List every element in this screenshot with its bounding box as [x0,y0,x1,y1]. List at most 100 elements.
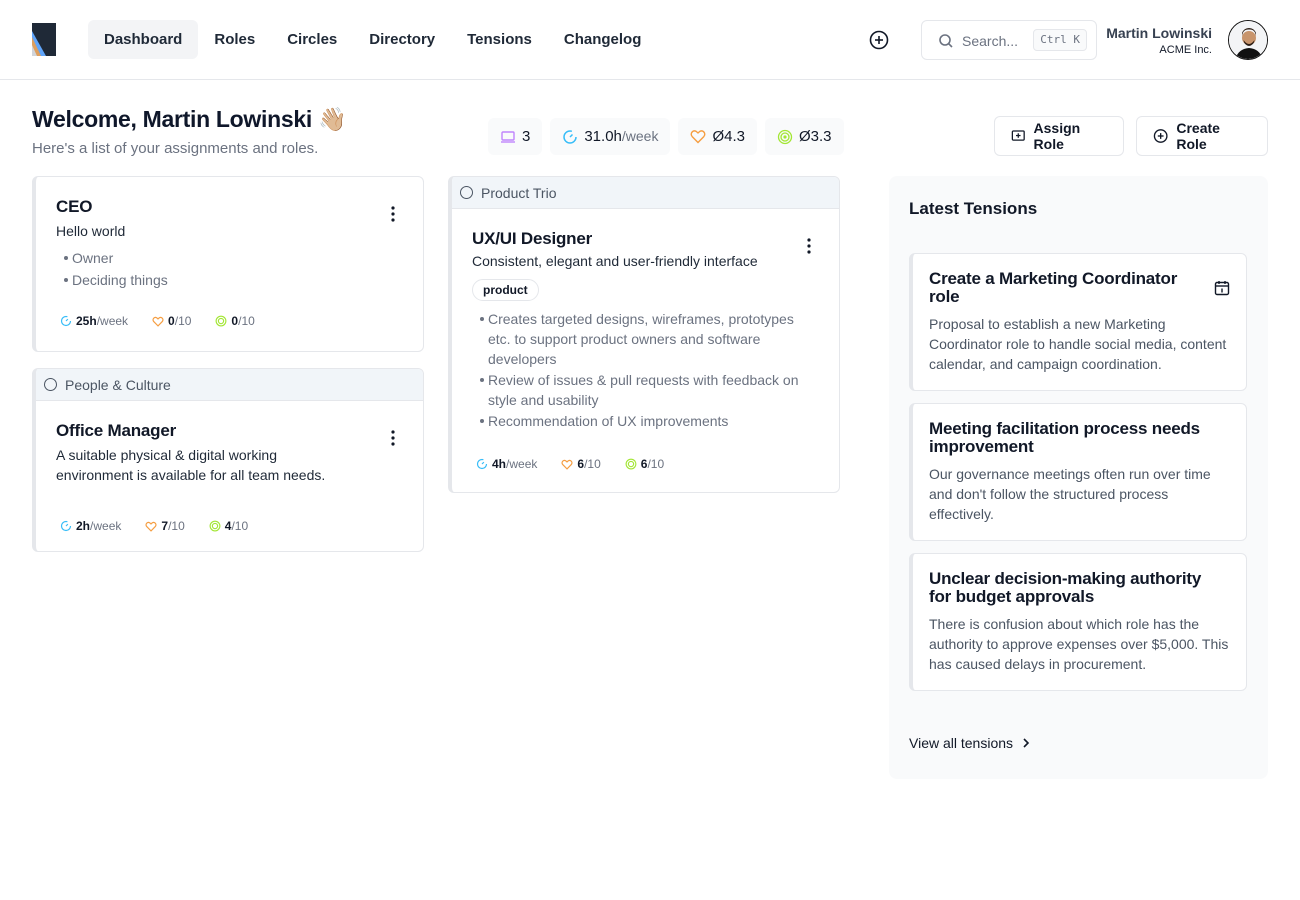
metric-heart: 0/10 [152,314,191,328]
role-title: Office Manager [56,421,177,440]
role-purpose: Consistent, elegant and user-friendly in… [472,253,758,269]
add-circle-icon[interactable] [868,29,890,51]
list-item: Review of issues & pull requests with fe… [472,370,812,410]
nav-directory[interactable]: Directory [353,20,451,59]
heart-icon [561,459,573,470]
metric-energy: 6/10 [625,457,664,471]
main-nav: Dashboard Roles Circles Directory Tensio… [88,20,657,59]
role-title: UX/UI Designer [472,229,593,248]
metric-heart: 6/10 [561,457,601,471]
energy-icon [625,458,637,470]
metric-hours: 2h/week [60,519,121,533]
search-box[interactable]: Search... Ctrl K [921,20,1097,60]
stat-hours-unit: /week [621,128,659,144]
list-item: Deciding things [56,270,403,290]
circle-icon [460,186,473,199]
role-metrics: 25h/week 0/10 0/10 [56,314,403,328]
role-card-office-manager[interactable]: People & Culture Office Manager A suitab… [32,368,424,552]
energy-icon [215,315,227,327]
energy-icon [777,129,793,144]
nav-changelog[interactable]: Changelog [548,20,658,59]
tension-description: There is confusion about which role has … [929,616,1229,672]
stat-energy: Ø3.3 [765,118,844,155]
stat-roles-value: 3 [522,128,531,145]
assign-role-button[interactable]: Assign Role [994,116,1124,156]
tension-title: Unclear decision-making authority for bu… [929,569,1202,606]
circle-icon [44,378,57,391]
role-tag[interactable]: product [472,279,539,301]
calendar-icon[interactable] [1214,280,1230,296]
stats-bar: 3 31.0h/week Ø4.3 Ø3.3 [488,118,844,155]
role-card-ux-ui-designer[interactable]: Product Trio UX/UI Designer Consistent, … [448,176,840,493]
search-icon [939,34,953,48]
create-role-button[interactable]: Create Role [1136,116,1268,156]
circle-name: Product Trio [481,184,557,201]
nav-dashboard[interactable]: Dashboard [88,20,199,59]
metric-heart: 7/10 [145,519,185,533]
metric-hours-value: 2h [76,519,91,533]
top-header: Dashboard Roles Circles Directory Tensio… [0,0,1300,80]
nav-circles[interactable]: Circles [271,20,353,59]
tension-card[interactable]: Create a Marketing Coordinator role Prop… [909,253,1247,391]
role-metrics: 4h/week 6/10 6/10 [472,457,819,471]
metric-hours-unit: /week [90,519,122,533]
metric-hours-unit: /week [96,314,129,328]
metric-hours: 25h/week [60,314,128,328]
more-options-icon[interactable] [807,238,811,254]
timer-icon [60,520,72,532]
more-options-icon[interactable] [391,206,395,222]
latest-tensions-panel: Latest Tensions Create a Marketing Coord… [889,176,1268,779]
metric-heart-value: 0 [168,314,175,328]
circle-name: People & Culture [65,376,171,393]
tension-description: Proposal to establish a new Marketing Co… [929,316,1227,372]
metric-energy: 0/10 [215,314,255,328]
more-options-icon[interactable] [391,430,395,446]
metric-heart-max: /10 [584,457,601,471]
timer-icon [476,458,488,470]
role-card-ceo[interactable]: CEO Hello world Owner Deciding things 25… [32,176,424,352]
metric-hours-value: 25h [76,314,97,328]
metric-hours: 4h/week [476,457,537,471]
metric-energy-max: /10 [238,314,255,328]
stat-energy-value: Ø3.3 [799,128,832,145]
assign-icon [1011,130,1025,141]
view-all-label: View all tensions [909,735,1014,751]
tensions-title: Latest Tensions [909,199,1038,218]
view-all-tensions-link[interactable]: View all tensions [909,735,1031,751]
stat-hours: 31.0h/week [550,118,671,155]
metric-energy-max: /10 [647,457,665,471]
tension-card[interactable]: Unclear decision-making authority for bu… [909,553,1247,691]
stat-roles: 3 [488,118,543,155]
assign-role-label: Assign Role [1033,120,1081,152]
page-title: Welcome, Martin Lowinski 👋🏼 [32,106,347,132]
tension-card[interactable]: Meeting facilitation process needs impro… [909,403,1247,541]
search-placeholder: Search... [962,33,1019,49]
stat-hours-value: 31.0h [584,128,622,145]
app-logo[interactable] [32,23,56,56]
avatar[interactable] [1228,20,1268,60]
circle-header[interactable]: Product Trio [452,177,839,209]
list-item: Owner [56,248,403,268]
heart-icon [691,130,706,144]
nav-tensions[interactable]: Tensions [451,20,548,59]
role-metrics: 2h/week 7/10 4/10 [56,519,403,533]
responsibilities-list: Owner Deciding things [56,248,403,290]
nav-roles[interactable]: Roles [198,20,271,59]
roles-icon [501,130,515,143]
energy-icon [209,520,221,532]
list-item: Creates targeted designs, wireframes, pr… [472,309,812,369]
metric-heart-max: /10 [168,519,185,533]
page-subtitle: Here's a list of your assignments and ro… [32,140,319,157]
user-org: ACME Inc. [1159,44,1212,56]
stat-heart: Ø4.3 [678,118,757,155]
role-purpose: A suitable physical & digital working en… [56,447,326,483]
role-purpose: Hello world [56,223,126,239]
circle-header[interactable]: People & Culture [36,369,423,401]
tension-description: Our governance meetings often run over t… [929,466,1211,522]
role-title: CEO [56,197,93,216]
metric-hours-value: 4h [492,457,507,471]
chevron-right-icon [1023,738,1030,748]
list-item: Recommendation of UX improvements [472,411,812,431]
timer-icon [563,129,578,144]
tension-title: Meeting facilitation process needs impro… [929,419,1200,456]
